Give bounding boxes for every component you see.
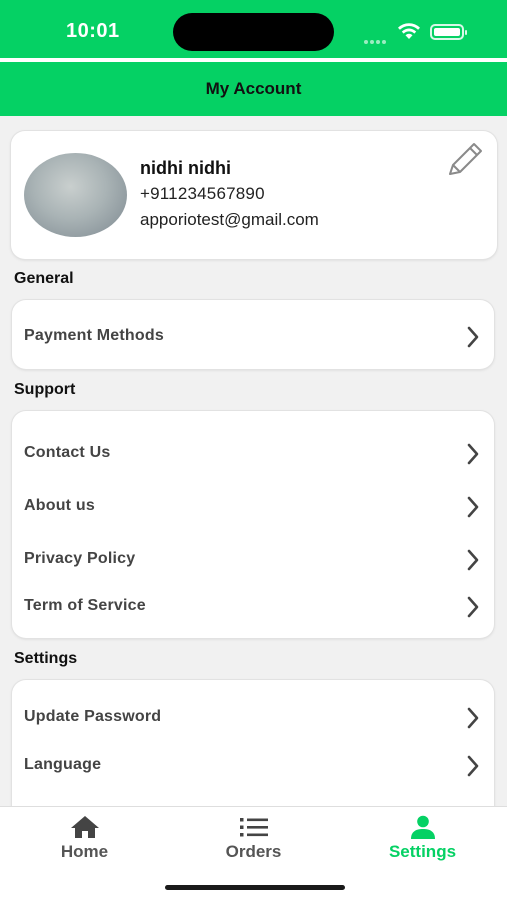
menu-item-label: Update Password — [24, 708, 162, 725]
tab-settings[interactable]: Settings — [338, 807, 507, 873]
menu-item-label: Privacy Policy — [24, 550, 136, 567]
pencil-icon[interactable] — [444, 141, 484, 181]
list-icon — [239, 818, 268, 837]
menu-item-contact-us[interactable]: Contact Us — [12, 431, 494, 475]
menu-item-payment-methods[interactable]: Payment Methods — [12, 314, 494, 358]
avatar[interactable] — [24, 153, 127, 237]
section-title-settings: Settings — [14, 650, 78, 667]
chevron-right-icon — [467, 596, 479, 618]
menu-item-label: Contact Us — [24, 444, 111, 461]
chevron-right-icon — [467, 326, 479, 348]
page-title: My Account — [205, 79, 302, 98]
person-icon — [410, 815, 435, 839]
chevron-right-icon — [467, 443, 479, 465]
menu-item-update-password[interactable]: Update Password — [12, 695, 494, 739]
section-title-support: Support — [14, 381, 76, 398]
profile-phone: +911234567890 — [140, 184, 265, 203]
tab-orders[interactable]: Orders — [169, 807, 338, 873]
menu-item-label: Payment Methods — [24, 327, 164, 344]
battery-icon — [430, 24, 467, 40]
support-card: Contact Us About us Privacy Policy Term … — [12, 411, 494, 638]
cellular-signal-icon — [364, 31, 388, 49]
app-header: My Account — [0, 62, 507, 116]
tab-label: Settings — [388, 842, 457, 861]
general-card: Payment Methods — [12, 300, 494, 369]
menu-item-term-of-service[interactable]: Term of Service — [12, 584, 494, 628]
menu-item-privacy-policy[interactable]: Privacy Policy — [12, 537, 494, 581]
menu-item-label: Term of Service — [24, 597, 146, 614]
profile-name: nidhi nidhi — [140, 158, 231, 178]
chevron-right-icon — [467, 496, 479, 518]
tab-label: Home — [60, 842, 109, 861]
wifi-icon — [398, 23, 420, 39]
menu-item-label: Language — [24, 756, 102, 773]
profile-email: apporiotest@gmail.com — [140, 210, 319, 229]
menu-item-about-us[interactable]: About us — [12, 484, 494, 528]
status-bar: 10:01 — [0, 0, 507, 58]
chevron-right-icon — [467, 707, 479, 729]
tab-label: Orders — [225, 842, 282, 861]
home-indicator — [165, 885, 345, 890]
chevron-right-icon — [467, 549, 479, 571]
chevron-right-icon — [467, 755, 479, 777]
profile-card: nidhi nidhi +911234567890 apporiotest@gm… — [11, 131, 497, 259]
tab-home[interactable]: Home — [0, 807, 169, 873]
section-title-general: General — [14, 270, 74, 287]
dynamic-island — [173, 13, 334, 51]
menu-item-label: About us — [24, 497, 95, 514]
status-time: 10:01 — [66, 20, 120, 42]
menu-item-language[interactable]: Language — [12, 743, 494, 787]
home-icon — [70, 816, 99, 838]
